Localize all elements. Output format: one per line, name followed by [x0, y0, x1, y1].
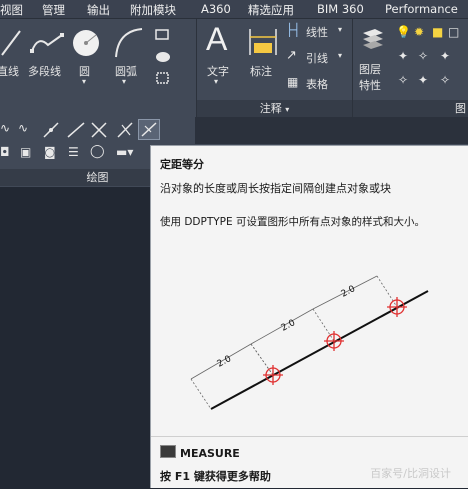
- xline-icon[interactable]: [42, 121, 62, 139]
- table-label: 表格: [306, 78, 328, 91]
- layer-panel-label: 图: [455, 102, 466, 115]
- dimension-tool[interactable]: 标注: [244, 19, 284, 99]
- linear-label: 线性: [306, 26, 328, 39]
- table-tool[interactable]: ▦ 表格: [286, 75, 348, 93]
- annotation-panel-dropdown-icon: ▾: [285, 105, 290, 114]
- tooltip-note: 使用 DDPTYPE 可设置图形中所有点对象的样式和大小。: [160, 216, 425, 228]
- sun-icon[interactable]: ✹: [414, 25, 424, 39]
- measure-icon: [141, 122, 157, 137]
- command-row: MEASURE: [160, 445, 240, 460]
- leader-icon: ↗: [286, 48, 297, 63]
- polyline-label: 多段线: [28, 65, 61, 78]
- leader-label: 引线: [306, 52, 328, 65]
- menu-view[interactable]: 视图: [0, 2, 23, 18]
- ribbon-empty-area: [195, 117, 468, 144]
- annotation-panel-label: 注释: [259, 102, 282, 115]
- circle-dropdown-icon[interactable]: ▾: [82, 77, 86, 86]
- text-dropdown-icon[interactable]: ▾: [214, 77, 218, 86]
- linear-tool[interactable]: ├┤ 线性 ▾: [286, 23, 348, 41]
- text-tool[interactable]: A 文字 ▾: [200, 19, 240, 99]
- line-icon: [1, 30, 21, 56]
- layer-off-icon[interactable]: ✦: [440, 49, 450, 63]
- leader-tool[interactable]: ↗ 引线 ▾: [286, 48, 348, 67]
- multi-point-icon[interactable]: [90, 121, 110, 139]
- linear-icon: ├┤: [286, 23, 301, 37]
- wipeout-icon[interactable]: ▣: [20, 145, 31, 159]
- spline-fit-icon[interactable]: ∿: [0, 121, 10, 135]
- help-hint: 按 F1 键获得更多帮助: [160, 470, 271, 483]
- layer-stack-icon: [363, 29, 383, 49]
- layer-label: 图层: [359, 63, 381, 76]
- circle-tool[interactable]: 圆 ▾: [70, 19, 102, 99]
- tooltip-description: 沿对象的长度或周长按指定间隔创建点对象或块: [160, 182, 391, 195]
- region-icon[interactable]: ◘: [0, 145, 10, 159]
- menu-bar: 视图 管理 输出 附加模块 A360 精选应用 BIM 360 Performa…: [0, 0, 468, 19]
- divide-icon[interactable]: [116, 121, 136, 139]
- layer-color-icon[interactable]: □: [448, 25, 459, 39]
- ribbon: 直线 多段线 圆 ▾ 圆弧 ▾ A 文字 ▾ 标注 ├┤ 线性 ▾ ↗ 引线 ▾…: [0, 19, 468, 117]
- arc-tool[interactable]: 圆弧 ▾: [110, 19, 146, 99]
- layer-properties-tool[interactable]: 图层 特性: [356, 19, 390, 99]
- line-tool[interactable]: 直线: [0, 19, 24, 99]
- menu-performance[interactable]: Performance: [385, 2, 458, 16]
- hatch-icon[interactable]: [155, 51, 173, 63]
- table-icon: ▦: [287, 75, 299, 89]
- linear-dropdown-icon[interactable]: ▾: [338, 25, 342, 34]
- draw-panel-label: 绘图: [86, 171, 109, 184]
- menu-bim360[interactable]: BIM 360: [317, 2, 364, 16]
- ray-icon[interactable]: [66, 121, 86, 139]
- menu-output[interactable]: 输出: [87, 2, 110, 18]
- layer-panel-bar[interactable]: 图: [353, 100, 468, 117]
- tooltip-footer: MEASURE 按 F1 键获得更多帮助 百家号/比洞设计: [151, 436, 468, 489]
- boundary-icon[interactable]: [155, 71, 173, 85]
- rectangle-icon[interactable]: [155, 29, 173, 41]
- revcloud-icon[interactable]: ◙: [44, 145, 56, 159]
- layer-freeze-icon[interactable]: ✧: [418, 49, 428, 63]
- polyline-icon: [30, 33, 64, 53]
- properties-label: 特性: [359, 79, 381, 92]
- command-name: MEASURE: [180, 447, 240, 460]
- lock-icon[interactable]: ■: [432, 25, 443, 39]
- annotation-panel-bar[interactable]: 注释 ▾: [197, 100, 352, 117]
- dimension-icon: [249, 29, 277, 55]
- arc-icon: [115, 28, 143, 58]
- command-icon: [160, 445, 176, 458]
- leader-dropdown-icon[interactable]: ▾: [338, 51, 342, 60]
- text-icon: A: [206, 21, 228, 57]
- menu-manage[interactable]: 管理: [42, 2, 65, 18]
- polyline-tool[interactable]: 多段线: [28, 19, 68, 99]
- measure-diagram: 2.0 2.0 2.0: [190, 275, 429, 410]
- watermark: 百家号/比洞设计: [370, 467, 451, 480]
- drawing-canvas[interactable]: [0, 187, 150, 487]
- layer-walk-icon[interactable]: ✧: [440, 73, 450, 87]
- arc-dropdown-icon[interactable]: ▾: [122, 77, 126, 86]
- measure-tooltip: 定距等分 沿对象的长度或周长按指定间隔创建点对象或块 使用 DDPTYPE 可设…: [150, 145, 468, 488]
- circle-icon: [73, 30, 99, 56]
- gradient-icon[interactable]: ☰: [68, 145, 79, 159]
- measure-button[interactable]: [138, 119, 160, 140]
- more-tools-icon[interactable]: ▬▾: [116, 145, 133, 159]
- spline-cv-icon[interactable]: ∿: [18, 121, 28, 135]
- donut-icon[interactable]: ◯: [90, 144, 105, 159]
- layer-match-icon[interactable]: ✧: [398, 73, 408, 87]
- lightbulb-icon[interactable]: 💡: [396, 25, 411, 39]
- line-label: 直线: [0, 65, 19, 78]
- tooltip-title: 定距等分: [160, 158, 204, 171]
- diagram-label-3: 2.0: [340, 284, 358, 300]
- menu-featured-apps[interactable]: 精选应用: [248, 2, 294, 18]
- diagram-label-2: 2.0: [280, 318, 298, 334]
- menu-a360[interactable]: A360: [201, 2, 231, 16]
- dimension-label: 标注: [250, 65, 272, 78]
- layer-isolate-icon[interactable]: ✦: [398, 49, 408, 63]
- menu-addins[interactable]: 附加模块: [130, 2, 176, 18]
- layer-previous-icon[interactable]: ✦: [418, 73, 428, 87]
